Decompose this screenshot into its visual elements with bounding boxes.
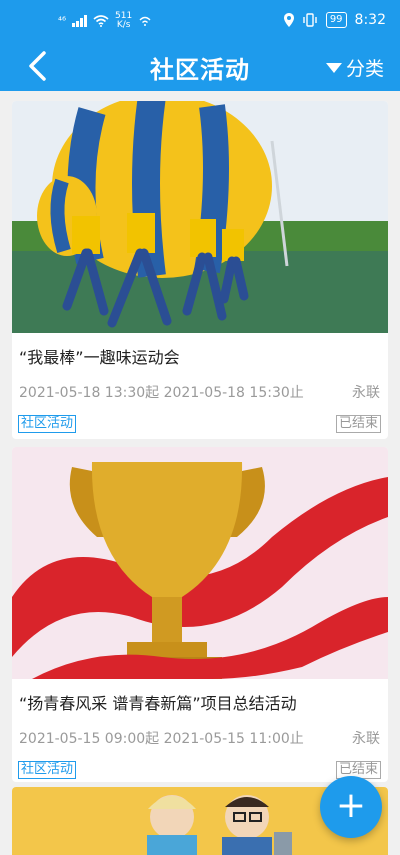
activity-time: 2021-05-18 13:30起 2021-05-18 15:30止: [19, 385, 304, 401]
net-speed-unit: K/s: [116, 20, 131, 30]
activity-time: 2021-05-15 09:00起 2021-05-15 11:00止: [19, 731, 304, 747]
signal-icon: [72, 15, 88, 27]
category-tag: 社区活动: [18, 415, 77, 433]
activity-image: [12, 101, 388, 333]
classify-label: 分类: [345, 58, 384, 80]
hotspot-icon: [139, 16, 151, 26]
activity-title: “我最棒”一趣味运动会: [19, 348, 180, 367]
network-type: ⁴⁶: [58, 15, 67, 27]
activity-card[interactable]: “我最棒”一趣味运动会 2021-05-18 13:30起 2021-05-18…: [12, 101, 388, 439]
status-bar: ⁴⁶ 511 K/s 99 8:32: [0, 0, 400, 44]
battery-icon: 99: [325, 12, 347, 28]
category-tag: 社区活动: [18, 761, 77, 779]
classify-button[interactable]: 分类: [325, 54, 384, 81]
activity-title: “扬青春风采 谱青春新篇”项目总结活动: [19, 694, 297, 713]
net-speed: 511 K/s: [115, 12, 132, 30]
plus-icon: +: [335, 785, 367, 826]
status-left: ⁴⁶ 511 K/s: [58, 12, 152, 30]
app-header: ⁴⁶ 511 K/s 99 8:32 社区活动 分类: [0, 0, 400, 91]
activity-place: 永联: [352, 731, 380, 747]
triangle-down-icon: [325, 62, 342, 73]
status-badge: 已结束: [335, 415, 381, 433]
nav-bar: 社区活动 分类: [0, 44, 400, 91]
activity-image: [12, 447, 388, 679]
activity-card[interactable]: “扬青春风采 谱青春新篇”项目总结活动 2021-05-15 09:00起 20…: [12, 447, 388, 782]
add-activity-button[interactable]: +: [320, 776, 382, 838]
clock: 8:32: [354, 12, 386, 28]
vibrate-icon: [303, 13, 317, 27]
status-right: 99 8:32: [283, 12, 386, 28]
activity-place: 永联: [352, 385, 380, 401]
location-icon: [283, 13, 294, 27]
wifi-icon: [93, 15, 109, 27]
